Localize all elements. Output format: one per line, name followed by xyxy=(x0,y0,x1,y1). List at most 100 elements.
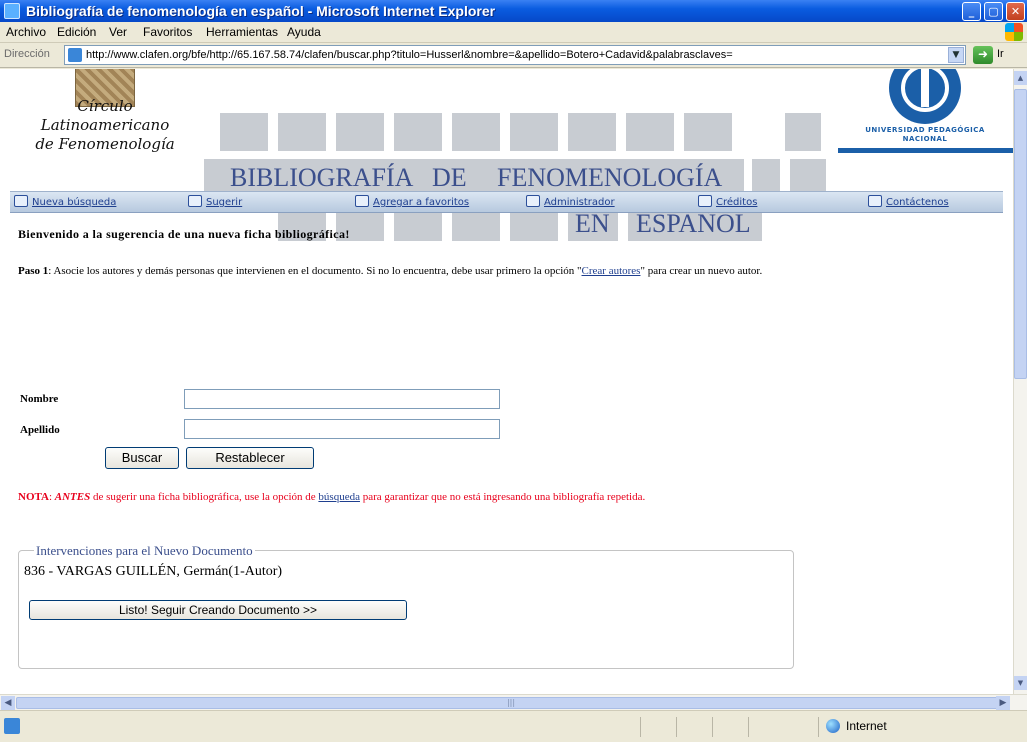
header-block xyxy=(752,159,780,195)
status-divider xyxy=(818,717,819,737)
menu-bar: Archivo Edición Ver Favoritos Herramient… xyxy=(0,22,1027,43)
nombre-label: Nombre xyxy=(20,393,59,405)
header-word: BIBLIOGRAFÍA xyxy=(230,163,414,192)
header-block xyxy=(394,113,442,151)
header-word: DE xyxy=(432,163,467,192)
header-block xyxy=(684,113,732,151)
page-icon xyxy=(68,48,82,62)
header-block xyxy=(785,113,821,151)
status-divider xyxy=(676,717,677,737)
menu-favoritos[interactable]: Favoritos xyxy=(143,25,192,39)
step-text: : Asocie los autores y demás personas qu… xyxy=(48,265,582,277)
nav-agregar-favoritos[interactable]: Agregar a favoritos xyxy=(355,195,469,208)
close-button[interactable]: ✕ xyxy=(1006,2,1025,21)
menu-archivo[interactable]: Archivo xyxy=(6,25,46,39)
org-name-line: de Fenomenología xyxy=(35,135,175,153)
menu-ayuda[interactable]: Ayuda xyxy=(287,25,321,39)
header-word: ESPAÑOL xyxy=(636,209,751,238)
org-name-line: Círculo xyxy=(77,97,133,115)
buscar-button[interactable]: Buscar xyxy=(105,447,179,469)
nav-label: Contáctenos xyxy=(886,197,949,208)
apellido-input[interactable] xyxy=(184,419,500,439)
scroll-down-icon[interactable]: ▼ xyxy=(1014,676,1027,690)
university-motto xyxy=(838,148,1013,153)
header-block xyxy=(452,113,500,151)
title-bar[interactable]: Bibliografía de fenomenología en español… xyxy=(0,0,1027,22)
step-text: " para crear un nuevo autor. xyxy=(640,265,763,277)
scroll-thumb[interactable] xyxy=(1014,89,1027,379)
vertical-scrollbar[interactable]: ▲ ▼ xyxy=(1013,69,1027,694)
ie-icon xyxy=(4,3,20,19)
status-divider xyxy=(748,717,749,737)
browser-window: Bibliografía de fenomenología en español… xyxy=(0,0,1027,742)
internet-globe-icon xyxy=(826,719,840,733)
go-arrow-icon[interactable]: ➜ xyxy=(973,46,993,64)
scroll-left-icon[interactable]: ◀ xyxy=(1,696,15,710)
go-button[interactable]: Ir xyxy=(997,48,1004,60)
nav-label: Agregar a favoritos xyxy=(373,197,470,208)
university-name-line: UNIVERSIDAD PEDAGÓGICA xyxy=(865,126,985,134)
page-title: Bienvenido a la sugerencia de una nueva … xyxy=(18,227,350,241)
apellido-label: Apellido xyxy=(20,424,60,436)
nav-bar: Nueva búsqueda Sugerir Agregar a favorit… xyxy=(10,191,1003,213)
menu-herramientas[interactable]: Herramientas xyxy=(206,25,278,39)
nombre-input[interactable] xyxy=(184,389,500,409)
scroll-thumb-horizontal[interactable]: ||| xyxy=(16,697,1006,709)
header-word: EN xyxy=(575,209,610,238)
page-content: Círculo Latinoamericano de Fenomenología… xyxy=(0,69,1013,694)
org-name-line: Latinoamericano xyxy=(40,116,170,134)
windows-logo-icon xyxy=(1005,23,1023,41)
interventions-legend: Intervenciones para el Nuevo Documento xyxy=(34,543,255,559)
suggest-icon xyxy=(188,195,202,207)
nav-sugerir[interactable]: Sugerir xyxy=(188,195,242,208)
crear-autores-link[interactable]: Crear autores xyxy=(582,265,641,277)
nota-text: de sugerir una ficha bibliográfica, use … xyxy=(90,491,319,503)
pencil-icon xyxy=(14,195,28,207)
maximize-button[interactable]: ▢ xyxy=(984,2,1003,21)
scroll-right-icon[interactable]: ▶ xyxy=(996,696,1010,710)
address-url[interactable]: http://www.clafen.org/bfe/http://65.167.… xyxy=(86,49,956,61)
nav-label: Créditos xyxy=(716,197,758,208)
nota-text: para garantizar que no está ingresando u… xyxy=(359,491,646,503)
address-bar: Dirección http://www.clafen.org/bfe/http… xyxy=(0,43,1027,68)
menu-ver[interactable]: Ver xyxy=(109,25,127,39)
nav-label: Nueva búsqueda xyxy=(32,197,117,208)
restablecer-button[interactable]: Restablecer xyxy=(186,447,314,469)
security-zone: Internet xyxy=(846,719,887,733)
warning-note: NOTA: ANTES de sugerir una ficha bibliog… xyxy=(18,491,646,503)
continue-button[interactable]: Listo! Seguir Creando Documento >> xyxy=(29,600,407,620)
header-block xyxy=(510,113,558,151)
status-bar: Internet xyxy=(0,710,1027,742)
nav-label: Sugerir xyxy=(206,197,243,208)
address-dropdown-icon[interactable]: ▼ xyxy=(948,47,964,63)
nota-antes: ANTES xyxy=(54,491,91,503)
menu-edicion[interactable]: Edición xyxy=(57,25,96,39)
nav-contactenos[interactable]: Contáctenos xyxy=(868,195,949,208)
address-label: Dirección xyxy=(4,48,50,60)
scroll-up-icon[interactable]: ▲ xyxy=(1014,71,1027,85)
arrow-icon xyxy=(526,195,540,207)
window-title: Bibliografía de fenomenología en español… xyxy=(26,3,496,19)
address-input[interactable]: http://www.clafen.org/bfe/http://65.167.… xyxy=(64,45,966,65)
page-status-icon xyxy=(4,718,20,734)
horizontal-scrollbar[interactable]: ◀ ||| ▶ xyxy=(0,694,1027,710)
busqueda-link[interactable]: búsqueda xyxy=(318,491,360,503)
university-seal-icon xyxy=(889,69,961,124)
nav-nueva-busqueda[interactable]: Nueva búsqueda xyxy=(14,195,116,208)
minimize-button[interactable]: _ xyxy=(962,2,981,21)
nav-creditos[interactable]: Créditos xyxy=(698,195,757,208)
nav-label: Administrador xyxy=(544,197,615,208)
step-label: Paso 1 xyxy=(18,265,49,277)
header-block xyxy=(278,113,326,151)
org-name: Círculo Latinoamericano de Fenomenología xyxy=(20,97,190,154)
header-block xyxy=(220,113,268,151)
intervention-item: 836 - VARGAS GUILLÉN, Germán(1-Autor) xyxy=(24,564,283,579)
header-word: FENOMENOLOGÍA xyxy=(497,163,723,192)
seal-bar xyxy=(921,69,929,107)
credits-icon xyxy=(698,195,712,207)
university-name: UNIVERSIDAD PEDAGÓGICA NACIONAL xyxy=(832,126,1013,144)
nav-administrador[interactable]: Administrador xyxy=(526,195,615,208)
header-block xyxy=(626,113,674,151)
nota-label: NOTA xyxy=(18,491,49,503)
status-divider xyxy=(640,717,641,737)
